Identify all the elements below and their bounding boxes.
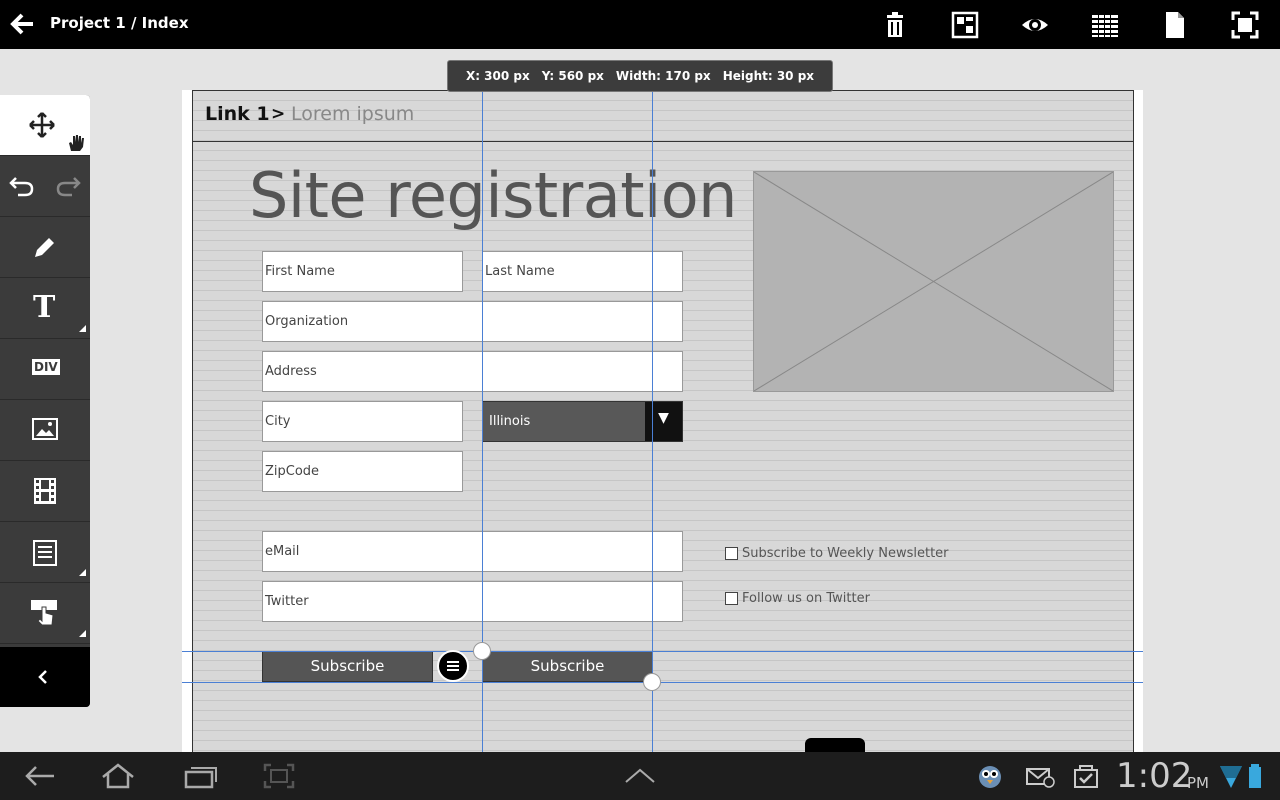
image-placeholder[interactable] xyxy=(753,171,1114,392)
text-icon: T xyxy=(33,290,56,325)
redo-icon[interactable] xyxy=(54,174,82,198)
dropdown-arrow-icon[interactable]: ▼ xyxy=(645,402,682,441)
organization-field[interactable]: Organization xyxy=(262,301,683,342)
guide-line-horizontal[interactable] xyxy=(182,651,1143,652)
status-clock: 1:02 xyxy=(1116,756,1193,796)
info-width: Width: 170 px xyxy=(615,69,711,83)
submenu-indicator-icon xyxy=(79,325,86,332)
email-field[interactable]: eMail xyxy=(262,531,683,572)
grid-icon[interactable] xyxy=(1090,10,1120,40)
fullscreen-icon[interactable] xyxy=(1230,10,1260,40)
checkbox-box[interactable] xyxy=(725,547,738,560)
twitter-follow-checkbox-label: Follow us on Twitter xyxy=(742,591,870,606)
status-clock-ampm: PM xyxy=(1187,774,1209,792)
tool-sidebar: T DIV xyxy=(0,95,90,707)
move-tool-button[interactable] xyxy=(0,95,90,156)
div-tool-button[interactable]: DIV xyxy=(0,339,90,400)
hand-icon xyxy=(69,135,84,151)
bird-notification-icon[interactable] xyxy=(972,762,1008,790)
page-title: Project 1 / Index xyxy=(50,14,189,32)
submenu-indicator-icon xyxy=(79,630,86,637)
system-navigation-bar: 1:02 PM xyxy=(0,752,1280,800)
city-field[interactable]: City xyxy=(262,401,463,442)
selection-info-tooltip: X: 300 px Y: 560 px Width: 170 px Height… xyxy=(447,60,833,92)
page-heading[interactable]: Site registration xyxy=(249,159,737,232)
text-tool-button[interactable]: T xyxy=(0,278,90,339)
video-tool-button[interactable] xyxy=(0,461,90,522)
undo-redo-group xyxy=(0,156,90,217)
pencil-icon xyxy=(35,238,54,257)
bottom-panel-tab[interactable] xyxy=(805,738,865,752)
subscribe-button[interactable]: Subscribe xyxy=(262,651,433,682)
task-notification-icon[interactable] xyxy=(1068,762,1104,790)
subscribe-button-selected[interactable]: Subscribe xyxy=(482,651,653,682)
guide-line-vertical[interactable] xyxy=(652,92,653,752)
back-arrow-icon[interactable] xyxy=(10,12,36,36)
preview-eye-icon[interactable] xyxy=(1020,10,1050,40)
resize-handle-top-left[interactable] xyxy=(473,642,491,660)
collapse-icon xyxy=(38,670,47,684)
newsletter-checkbox-label: Subscribe to Weekly Newsletter xyxy=(742,546,949,561)
checkbox-box[interactable] xyxy=(725,592,738,605)
submenu-indicator-icon xyxy=(79,569,86,576)
breadcrumb: Link 1 > Lorem ipsum xyxy=(193,91,1133,142)
system-back-icon[interactable] xyxy=(22,762,58,790)
resize-handle-bottom-right[interactable] xyxy=(643,673,661,691)
image-tool-button[interactable] xyxy=(0,400,90,461)
info-y: Y: 560 px xyxy=(541,69,604,83)
page-icon[interactable] xyxy=(1160,10,1190,40)
wifi-signal-icon xyxy=(1218,762,1244,790)
breadcrumb-link[interactable]: Link 1 xyxy=(205,103,270,125)
newsletter-checkbox[interactable]: Subscribe to Weekly Newsletter xyxy=(725,546,949,561)
form-icon xyxy=(33,540,57,566)
info-height: Height: 30 px xyxy=(722,69,815,83)
layout-icon[interactable] xyxy=(950,10,980,40)
chevron-up-icon[interactable] xyxy=(622,762,658,790)
interaction-icon xyxy=(31,600,57,626)
state-select-value: Illinois xyxy=(489,414,531,429)
form-tool-button[interactable] xyxy=(0,522,90,583)
move-icon xyxy=(29,112,55,138)
email-notification-icon[interactable] xyxy=(1022,762,1058,790)
pencil-tool-button[interactable] xyxy=(0,217,90,278)
element-menu-button[interactable] xyxy=(437,650,469,682)
info-x: X: 300 px xyxy=(465,69,530,83)
guide-line-horizontal[interactable] xyxy=(182,682,1143,683)
hamburger-icon xyxy=(447,661,459,671)
first-name-field[interactable]: First Name xyxy=(262,251,463,292)
div-icon: DIV xyxy=(32,359,60,375)
battery-icon xyxy=(1244,762,1266,790)
image-icon xyxy=(32,418,58,440)
zipcode-field[interactable]: ZipCode xyxy=(262,451,463,492)
address-field[interactable]: Address xyxy=(262,351,683,392)
twitter-follow-checkbox[interactable]: Follow us on Twitter xyxy=(725,591,870,606)
breadcrumb-separator: > xyxy=(271,104,286,124)
trash-icon[interactable] xyxy=(880,10,910,40)
top-action-bar: Project 1 / Index xyxy=(0,0,1280,49)
collapse-sidebar-button[interactable] xyxy=(0,647,90,707)
video-icon xyxy=(34,478,56,504)
design-page[interactable]: Link 1 > Lorem ipsum Site registration F… xyxy=(192,90,1134,752)
twitter-field[interactable]: Twitter xyxy=(262,581,683,622)
breadcrumb-current: Lorem ipsum xyxy=(291,103,415,125)
system-home-icon[interactable] xyxy=(100,762,136,790)
interaction-tool-button[interactable] xyxy=(0,583,90,644)
recent-apps-icon[interactable] xyxy=(182,762,218,790)
undo-icon[interactable] xyxy=(8,174,36,198)
screenshot-icon[interactable] xyxy=(261,762,297,790)
